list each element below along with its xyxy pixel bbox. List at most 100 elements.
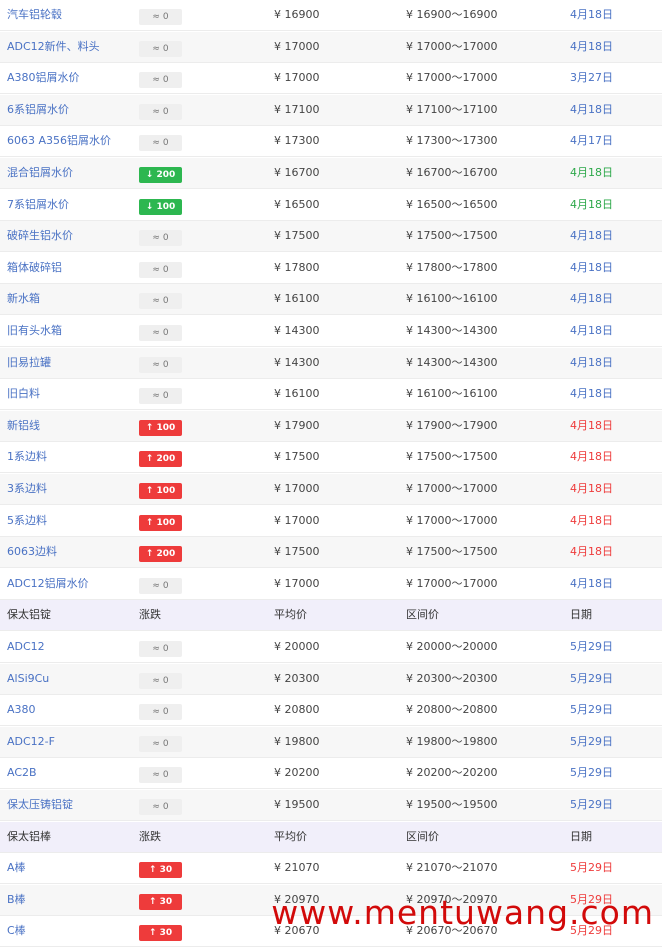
arrow-up-icon: ↑ [148,897,157,907]
change-value: 200 [156,170,176,180]
product-name-link[interactable]: 6系铝屑水价 [7,95,69,125]
change-badge: ↑ 100 [139,482,182,499]
table-row: A380 ≈ 0 ¥ 20800 ¥ 20800～20800 5月29日 [0,695,662,726]
price-range: ¥ 19500～19500 [406,798,498,811]
product-name-link[interactable]: ADC12新件、料头 [7,32,100,62]
table-row: AlSi9Cu ≈ 0 ¥ 20300 ¥ 20300～20300 5月29日 [0,664,662,695]
table-row: 6系铝屑水价 ≈ 0 ¥ 17100 ¥ 17100～17100 4月18日 [0,95,662,126]
approx-icon: ≈ [152,644,160,654]
product-name-link[interactable]: 1系边料 [7,442,47,472]
update-date: 4月18日 [570,40,613,53]
product-name-link[interactable]: B棒 [7,885,26,915]
product-name-link[interactable]: ADC12 [7,632,45,662]
product-name-link[interactable]: ADC12-F [7,727,55,757]
product-name-link[interactable]: 箱体破碎铝 [7,253,62,283]
product-name-link[interactable]: 旧有头水箱 [7,316,62,346]
avg-price: ¥ 16900 [274,8,320,21]
update-date: 4月18日 [570,514,613,527]
change-badge: ≈ 0 [139,387,182,404]
product-name-link[interactable]: AC2B [7,758,37,788]
avg-price: ¥ 17500 [274,450,320,463]
product-name-link[interactable]: 破碎生铝水价 [7,221,73,251]
update-date: 5月29日 [570,861,613,874]
section-title: 保太铝锭 [7,608,51,621]
column-header-range: 区间价 [406,830,439,843]
change-badge: ↑ 100 [139,419,182,436]
table-row: 旧有头水箱 ≈ 0 ¥ 14300 ¥ 14300～14300 4月18日 [0,316,662,347]
change-badge: ≈ 0 [139,798,182,815]
table-row: ADC12新件、料头 ≈ 0 ¥ 17000 ¥ 17000～17000 4月18日 [0,32,662,63]
table-row: 6063边料 ↑ 200 ¥ 17500 ¥ 17500～17500 4月18日 [0,537,662,568]
change-value: 0 [162,265,169,275]
price-range: ¥ 17500～17500 [406,229,498,242]
change-badge: ≈ 0 [139,356,182,373]
change-badge: ≈ 0 [139,672,182,689]
product-name-link[interactable]: 新水箱 [7,284,40,314]
change-value: 100 [156,202,176,212]
change-value: 200 [156,549,176,559]
price-range: ¥ 16100～16100 [406,387,498,400]
product-name-link[interactable]: 3系边料 [7,474,47,504]
table-row: 汽车铝轮毂 ≈ 0 ¥ 16900 ¥ 16900～16900 4月18日 [0,0,662,31]
change-badge: ↑ 30 [139,893,182,910]
avg-price: ¥ 17100 [274,103,320,116]
product-name-link[interactable]: 混合铝屑水价 [7,158,73,188]
change-value: 0 [162,296,169,306]
change-value: 0 [162,233,169,243]
avg-price: ¥ 17000 [274,71,320,84]
product-name-link[interactable]: 7系铝屑水价 [7,190,69,220]
table-row: 6063 A356铝屑水价 ≈ 0 ¥ 17300 ¥ 17300～17300 4月17… [0,126,662,157]
approx-icon: ≈ [152,360,160,370]
change-badge: ↓ 200 [139,166,182,183]
change-value: 0 [162,802,169,812]
change-value: 0 [162,328,169,338]
avg-price: ¥ 20200 [274,766,320,779]
column-header-change: 涨跌 [139,830,161,843]
table-row: 1系边料 ↑ 200 ¥ 17500 ¥ 17500～17500 4月18日 [0,442,662,473]
avg-price: ¥ 17500 [274,229,320,242]
avg-price: ¥ 17300 [274,134,320,147]
product-name-link[interactable]: A380铝屑水价 [7,63,80,93]
price-range: ¥ 17000～17000 [406,514,498,527]
product-name-link[interactable]: 旧易拉罐 [7,348,51,378]
avg-price: ¥ 20800 [274,703,320,716]
approx-icon: ≈ [152,391,160,401]
approx-icon: ≈ [152,12,160,22]
product-name-link[interactable]: 6063边料 [7,537,57,567]
product-name-link[interactable]: A棒 [7,853,26,883]
approx-icon: ≈ [152,75,160,85]
product-name-link[interactable]: 6063 A356铝屑水价 [7,126,111,156]
product-name-link[interactable]: AlSi9Cu [7,664,49,694]
approx-icon: ≈ [152,296,160,306]
update-date: 5月29日 [570,640,613,653]
price-range: ¥ 17300～17300 [406,134,498,147]
avg-price: ¥ 20300 [274,672,320,685]
product-name-link[interactable]: A380 [7,695,36,725]
change-badge: ↑ 200 [139,450,182,467]
product-name-link[interactable]: 5系边料 [7,506,47,536]
avg-price: ¥ 17500 [274,545,320,558]
product-name-link[interactable]: 新铝线 [7,411,40,441]
update-date: 5月29日 [570,735,613,748]
change-badge: ≈ 0 [139,324,182,341]
table-row: 3系边料 ↑ 100 ¥ 17000 ¥ 17000～17000 4月18日 [0,474,662,505]
avg-price: ¥ 17000 [274,514,320,527]
price-range: ¥ 17000～17000 [406,482,498,495]
section-header: 保太铝锭 涨跌 平均价 区间价 日期 [0,600,662,631]
approx-icon: ≈ [152,44,160,54]
avg-price: ¥ 16700 [274,166,320,179]
price-range: ¥ 17100～17100 [406,103,498,116]
change-value: 0 [162,676,169,686]
change-badge: ≈ 0 [139,8,182,25]
change-value: 0 [162,138,169,148]
update-date: 4月18日 [570,419,613,432]
change-badge: ↓ 100 [139,198,182,215]
update-date: 4月18日 [570,545,613,558]
product-name-link[interactable]: 保太压铸铝锭 [7,790,73,820]
product-name-link[interactable]: C棒 [7,916,26,946]
product-name-link[interactable]: ADC12铝屑水价 [7,569,89,599]
avg-price: ¥ 17900 [274,419,320,432]
product-name-link[interactable]: 旧白料 [7,379,40,409]
product-name-link[interactable]: 汽车铝轮毂 [7,0,62,30]
approx-icon: ≈ [152,676,160,686]
